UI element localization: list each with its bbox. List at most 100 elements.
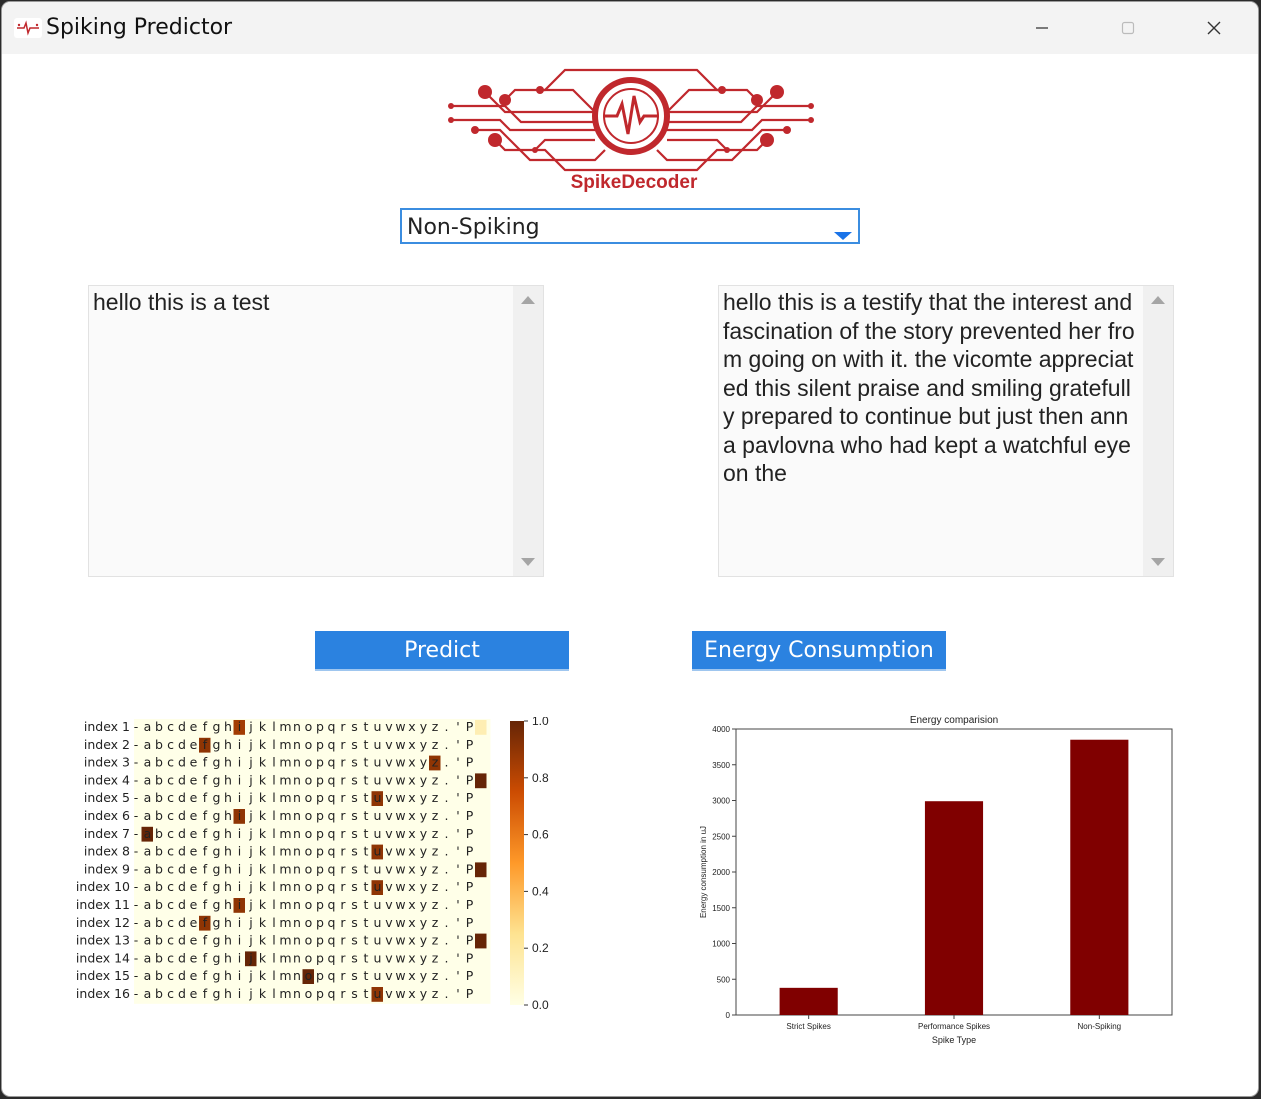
heatmap-column-label: g	[213, 968, 221, 983]
heatmap-column-label: t	[364, 897, 369, 912]
heatmap-column-label: p	[316, 755, 324, 770]
heatmap-column-label: r	[340, 772, 346, 787]
heatmap-column-label: f	[203, 808, 208, 823]
heatmap-column-label: h	[224, 879, 232, 894]
y-tick-label: 2000	[712, 868, 730, 877]
heatmap-column-label: l	[272, 737, 275, 752]
heatmap-column-label: a	[144, 719, 152, 734]
output-scrollbar[interactable]	[1143, 286, 1173, 576]
heatmap-column-label: j	[248, 737, 252, 752]
maximize-button[interactable]	[1088, 2, 1168, 54]
heatmap-column-label: r	[340, 755, 346, 770]
heatmap-column-label: p	[316, 790, 324, 805]
heatmap-column-label: a	[144, 755, 152, 770]
heatmap-column-label: l	[272, 826, 275, 841]
heatmap-column-label: n	[293, 844, 301, 859]
output-textarea[interactable]: hello this is a testify that the interes…	[718, 285, 1174, 577]
heatmap-column-label: b	[155, 755, 163, 770]
scroll-up-icon[interactable]	[521, 296, 535, 304]
y-tick-label: 3000	[712, 797, 730, 806]
chart-title: Energy comparision	[910, 715, 998, 726]
heatmap-column-label: t	[364, 968, 369, 983]
heatmap-column-label: e	[190, 755, 198, 770]
heatmap-column-label: v	[385, 986, 393, 1001]
heatmap-column-label: t	[364, 790, 369, 805]
model-mode-select[interactable]: Non-Spiking	[400, 208, 860, 244]
heatmap-column-label: '	[456, 737, 459, 752]
heatmap-column-label: g	[213, 755, 221, 770]
heatmap-column-label: b	[155, 772, 163, 787]
heatmap-column-label: p	[316, 826, 324, 841]
heatmap-column-label: d	[178, 844, 186, 859]
heatmap-column-label: x	[408, 879, 415, 894]
output-text: hello this is a testify that the interes…	[723, 289, 1139, 486]
heatmap-column-label: P	[466, 986, 474, 1001]
heatmap-column-label: w	[395, 790, 405, 805]
minimize-button[interactable]	[1002, 2, 1082, 54]
predict-button[interactable]: Predict	[315, 631, 569, 671]
heatmap-column-label: .	[445, 772, 449, 787]
heatmap-column-label: q	[328, 737, 336, 752]
scroll-down-icon[interactable]	[1151, 558, 1165, 566]
scroll-down-icon[interactable]	[521, 558, 535, 566]
heatmap-column-label: h	[224, 772, 232, 787]
heatmap-column-label: r	[340, 737, 346, 752]
heatmap-column-label: b	[155, 790, 163, 805]
heatmap-column-label: m	[279, 933, 291, 948]
heatmap-column-label: v	[385, 808, 393, 823]
heatmap-column-label: c	[167, 719, 174, 734]
heatmap-column-label: v	[385, 755, 393, 770]
input-textarea[interactable]: hello this is a test	[88, 285, 544, 577]
heatmap-column-label: P	[466, 826, 474, 841]
heatmap-column-label: b	[155, 844, 163, 859]
heatmap-column-label: u	[374, 808, 382, 823]
heatmap-column-label: w	[395, 861, 405, 876]
heatmap-column-label: b	[155, 719, 163, 734]
y-tick-label: 1000	[712, 940, 730, 949]
scroll-up-icon[interactable]	[1151, 296, 1165, 304]
heatmap-column-label: t	[364, 808, 369, 823]
heatmap-column-label: -	[134, 755, 139, 770]
heatmap-column-label: h	[224, 737, 232, 752]
energy-consumption-button[interactable]: Energy Consumption	[692, 631, 946, 671]
heatmap-column-label: l	[272, 986, 275, 1001]
heatmap-column-label: x	[408, 933, 415, 948]
colorbar-tick-label: 0.6	[532, 828, 549, 842]
heatmap-column-label: u	[374, 915, 382, 930]
heatmap-column-label: j	[248, 826, 252, 841]
heatmap-column-label: h	[224, 755, 232, 770]
y-tick-label: 0	[726, 1011, 731, 1020]
y-axis-label: Energy consumption in uJ	[699, 826, 708, 918]
heatmap-column-label: l	[272, 861, 275, 876]
heatmap-column-label: y	[420, 772, 428, 787]
heatmap-column-label: c	[167, 861, 174, 876]
heatmap-column-label: o	[305, 968, 313, 983]
heatmap-column-label: l	[272, 897, 275, 912]
heatmap-column-label: x	[408, 808, 415, 823]
close-button[interactable]	[1174, 2, 1254, 54]
heatmap-column-label: w	[395, 933, 405, 948]
heatmap-column-label: o	[305, 772, 313, 787]
prediction-heatmap: index 1- a b c d e f g h i j k l m n o p q r s t u v w x y z. ' Pind…	[76, 717, 549, 1012]
heatmap-column-label: d	[178, 897, 186, 912]
x-axis-label: Spike Type	[932, 1035, 976, 1045]
heatmap-column-label: d	[178, 755, 186, 770]
heatmap-column-label: h	[224, 808, 232, 823]
heatmap-row-label: index 3	[84, 755, 130, 770]
heatmap-column-label: m	[279, 808, 291, 823]
chevron-down-icon[interactable]	[834, 232, 852, 240]
heatmap-column-label: s	[351, 879, 358, 894]
heatmap-column-label: a	[144, 790, 152, 805]
heatmap-column-label: k	[259, 772, 267, 787]
heatmap-column-label: g	[213, 719, 221, 734]
heatmap-column-label: j	[248, 879, 252, 894]
heatmap-column-label: -	[134, 950, 139, 965]
heatmap-column-label: s	[351, 737, 358, 752]
heatmap-column-label: k	[259, 790, 267, 805]
y-tick-label: 1500	[712, 904, 730, 913]
heatmap-column-label: P	[466, 808, 474, 823]
heatmap-column-label: u	[374, 950, 382, 965]
input-scrollbar[interactable]	[513, 286, 543, 576]
heatmap-column-label: h	[224, 861, 232, 876]
heatmap-column-label: y	[420, 861, 428, 876]
